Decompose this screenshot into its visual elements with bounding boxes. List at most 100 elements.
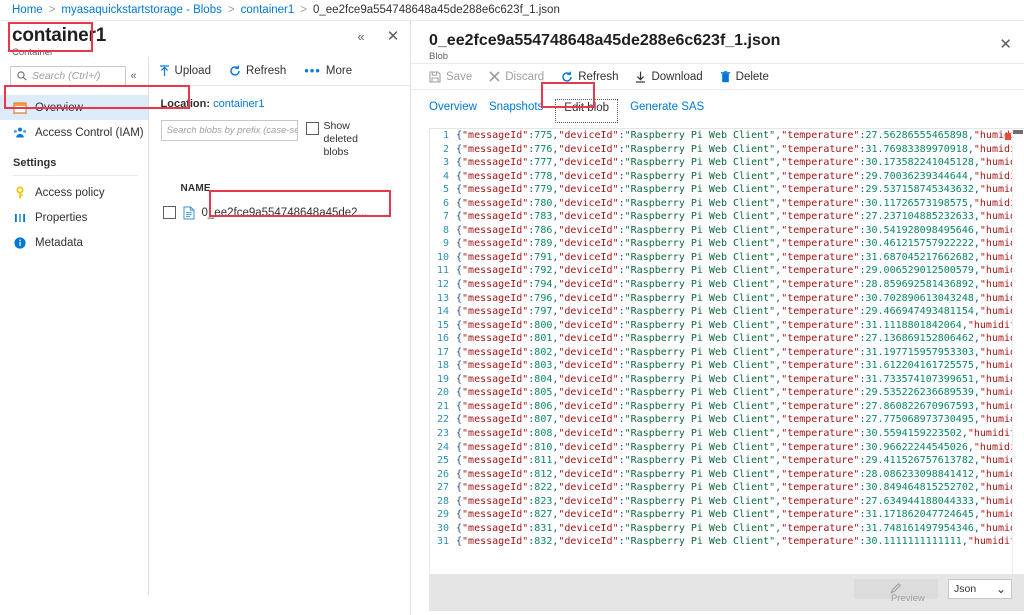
code-line: 18 {"messageId":803,"deviceId":"Raspberry… [430,359,1024,373]
code-line: 21 {"messageId":806,"deviceId":"Raspberry… [430,400,1024,414]
row-context-menu-icon[interactable]: ... [374,205,396,220]
refresh-icon [229,65,241,77]
sidebar-item-label: Overview [35,101,83,114]
location-value[interactable]: container1 [213,98,264,110]
delete-icon [720,70,731,83]
code-text: {"messageId":812,"deviceId":"Raspberry P… [456,468,1024,480]
breadcrumb-separator: > [48,4,56,16]
more-button[interactable]: ••• More [304,64,352,77]
sidebar-item-label: Access Control (IAM) [35,126,144,139]
format-select[interactable]: Json ⌄ [948,579,1012,599]
line-number: 12 [436,279,449,291]
refresh-button[interactable]: Refresh [229,65,286,77]
row-checkbox[interactable] [162,206,176,219]
line-number: 26 [436,468,449,480]
line-number: 15 [436,319,449,331]
code-line: 5 {"messageId":779,"deviceId":"Raspberry … [430,183,1024,197]
show-deleted-checkbox[interactable] [305,122,319,135]
code-line: 22 {"messageId":807,"deviceId":"Raspberry… [430,413,1024,427]
blob-prefix-input[interactable]: Search blobs by prefix (case-sensiti... [160,120,298,141]
blob-list-pane: Upload Refresh ••• More Location: contai… [148,57,410,595]
file-json-icon [183,206,195,220]
sidebar-item-overview[interactable]: Overview [0,95,148,120]
code-text: {"messageId":786,"deviceId":"Raspberry P… [456,224,1024,236]
line-number: 21 [436,400,449,412]
editor-status-bar: Json ⌄ [429,575,1024,611]
save-icon [429,70,441,83]
close-icon[interactable]: ✕ [999,35,1012,53]
search-input[interactable]: Search (Ctrl+/) [10,65,126,87]
code-text: {"messageId":811,"deviceId":"Raspberry P… [456,455,1024,467]
delete-button[interactable]: Delete [720,71,769,83]
sidebar-item-label: Access policy [35,186,105,199]
location-row: Location: container1 [149,86,410,110]
blob-code-editor[interactable]: 1 {"messageId":775,"deviceId":"Raspberry … [429,128,1024,575]
sidebar-divider [13,175,138,176]
line-number: 8 [442,224,449,236]
editor-scrollbar[interactable] [1012,129,1024,574]
code-text: {"messageId":810,"deviceId":"Raspberry P… [456,441,1024,453]
line-number: 19 [436,373,449,385]
download-button[interactable]: Download [635,71,703,83]
code-line: 9 {"messageId":789,"deviceId":"Raspberry … [430,237,1024,251]
sidebar-item-access-control[interactable]: Access Control (IAM) [0,120,148,145]
code-line: 2 {"messageId":776,"deviceId":"Raspberry … [430,143,1024,157]
breadcrumb-item-storage[interactable]: myasaquickstartstorage - Blobs [61,4,221,16]
refresh-label: Refresh [245,65,287,77]
line-number: 20 [436,387,449,399]
tab-snapshots[interactable]: Snapshots [489,99,555,123]
show-deleted-blobs-toggle[interactable]: Show deleted blobs [305,120,368,159]
key-icon [13,186,27,200]
container-sidebar: Search (Ctrl+/) « Overview Access Contro… [0,57,149,595]
code-text: {"messageId":792,"deviceId":"Raspberry P… [456,265,1024,277]
line-number: 7 [442,211,449,223]
refresh-button[interactable]: Refresh [561,71,618,83]
blob-name-column-header: NAME [180,183,211,194]
code-line: 8 {"messageId":786,"deviceId":"Raspberry … [430,224,1024,238]
code-line: 4 {"messageId":778,"deviceId":"Raspberry … [430,170,1024,184]
line-number: 2 [442,143,449,155]
code-line: 11 {"messageId":792,"deviceId":"Raspberry… [430,264,1024,278]
code-line: 26 {"messageId":812,"deviceId":"Raspberry… [430,468,1024,482]
sidebar-collapse-icon[interactable]: « [126,70,142,82]
line-number: 22 [436,414,449,426]
line-number: 6 [442,197,449,209]
code-line: 16 {"messageId":801,"deviceId":"Raspberry… [430,332,1024,346]
preview-label: Preview [891,593,925,604]
code-line: 14 {"messageId":797,"deviceId":"Raspberry… [430,305,1024,319]
sidebar-item-properties[interactable]: Properties [0,205,148,230]
save-button[interactable]: Save [429,71,472,83]
line-number: 27 [436,482,449,494]
code-text: {"messageId":797,"deviceId":"Raspberry P… [456,306,1024,318]
close-icon[interactable]: ✕ [384,27,402,45]
tab-generate-sas[interactable]: Generate SAS [618,99,716,123]
sidebar-item-label: Properties [35,211,88,224]
breadcrumb-item-home[interactable]: Home [12,4,43,16]
discard-button[interactable]: Discard [489,71,544,83]
code-text: {"messageId":775,"deviceId":"Raspberry P… [456,130,1024,141]
collapse-icon[interactable]: « [352,27,370,45]
tab-overview[interactable]: Overview [429,99,489,123]
container-blade-header: container1 Container « ✕ [0,21,410,58]
upload-button[interactable]: Upload [159,65,211,77]
line-number: 23 [436,428,449,440]
code-line: 29 {"messageId":827,"deviceId":"Raspberry… [430,508,1024,522]
blob-tabs: Overview Snapshots Edit blob Generate SA… [411,90,1024,123]
table-row[interactable]: 0_ee2fce9a554748648a45de2... ... [149,200,396,225]
breadcrumb-item-container[interactable]: container1 [241,4,295,16]
sidebar-item-access-policy[interactable]: Access policy [0,180,148,205]
code-text: {"messageId":823,"deviceId":"Raspberry P… [456,495,1024,507]
scrollbar-thumb[interactable] [1013,130,1023,134]
line-number: 28 [436,495,449,507]
tab-edit-blob[interactable]: Edit blob [555,99,619,123]
code-line: 30 {"messageId":831,"deviceId":"Raspberry… [430,522,1024,536]
bars-icon [13,211,27,225]
code-line: 20 {"messageId":805,"deviceId":"Raspberry… [430,386,1024,400]
code-text: {"messageId":778,"deviceId":"Raspberry P… [456,170,1024,182]
sidebar-item-metadata[interactable]: Metadata [0,230,148,255]
code-line: 24 {"messageId":810,"deviceId":"Raspberry… [430,441,1024,455]
code-text: {"messageId":831,"deviceId":"Raspberry P… [456,522,1024,534]
line-number: 13 [436,292,449,304]
line-number: 17 [436,346,449,358]
code-line: 12 {"messageId":794,"deviceId":"Raspberry… [430,278,1024,292]
